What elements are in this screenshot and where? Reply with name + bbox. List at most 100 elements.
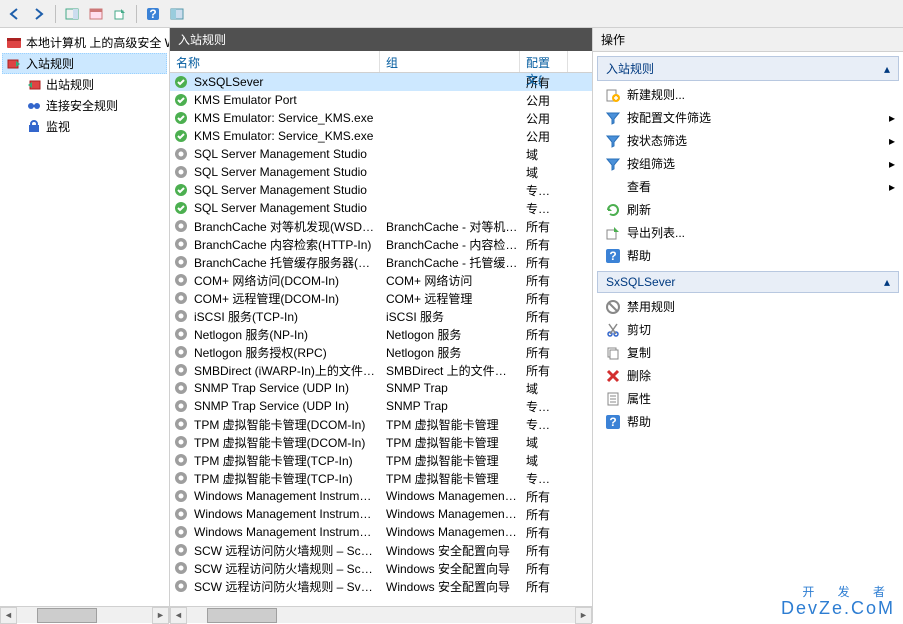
- show-hide-button[interactable]: [85, 3, 107, 25]
- action-item[interactable]: 按配置文件筛选▸: [597, 106, 899, 129]
- collapse-icon[interactable]: ▴: [884, 275, 890, 289]
- collapse-icon[interactable]: ▴: [884, 62, 890, 76]
- export-button[interactable]: [109, 3, 131, 25]
- action-item[interactable]: 按状态筛选 ▸: [597, 129, 899, 152]
- action-label: 按状态筛选: [627, 132, 687, 149]
- rule-profile: 所有: [522, 506, 566, 523]
- rule-status-icon: [172, 435, 190, 449]
- action-item[interactable]: 新建规则...: [597, 83, 899, 106]
- filter-icon: [605, 110, 621, 126]
- table-row[interactable]: SQL Server Management Studio专用, 公: [170, 181, 592, 199]
- forward-button[interactable]: [28, 3, 50, 25]
- action-item[interactable]: 剪切: [597, 318, 899, 341]
- copy-icon: [605, 345, 621, 361]
- table-body[interactable]: SxSQLSever所有KMS Emulator Port公用KMS Emula…: [170, 73, 592, 606]
- action-item[interactable]: 查看▸: [597, 175, 899, 198]
- rule-profile: 专用, 公: [522, 416, 566, 433]
- table-row[interactable]: BranchCache 托管缓存服务器(HTTP-In)BranchCache …: [170, 253, 592, 271]
- table-row[interactable]: SCW 远程访问防火墙规则 – Svchost - T...Windows 安全…: [170, 577, 592, 595]
- table-row[interactable]: iSCSI 服务(TCP-In)iSCSI 服务所有: [170, 307, 592, 325]
- table-row[interactable]: SNMP Trap Service (UDP In)SNMP Trap专用, 公: [170, 397, 592, 415]
- table-row[interactable]: TPM 虚拟智能卡管理(TCP-In)TPM 虚拟智能卡管理专用, 公: [170, 469, 592, 487]
- table-row[interactable]: SCW 远程访问防火墙规则 – Scshost - ...Windows 安全配…: [170, 559, 592, 577]
- table-row[interactable]: KMS Emulator: Service_KMS.exe公用: [170, 109, 592, 127]
- col-name[interactable]: 名称: [170, 51, 380, 72]
- table-row[interactable]: SNMP Trap Service (UDP In)SNMP Trap域: [170, 379, 592, 397]
- action-item[interactable]: 刷新: [597, 198, 899, 221]
- action-label: 按组筛选: [627, 155, 675, 172]
- table-row[interactable]: Windows Management Instrumentati...Windo…: [170, 487, 592, 505]
- rule-profile: 域: [522, 380, 566, 397]
- table-row[interactable]: TPM 虚拟智能卡管理(DCOM-In)TPM 虚拟智能卡管理域: [170, 433, 592, 451]
- left-hscroll[interactable]: ◄ ►: [0, 606, 169, 623]
- rule-group: SMBDirect 上的文件和打印...: [382, 362, 522, 379]
- table-row[interactable]: SMBDirect (iWARP-In)上的文件和打印...SMBDirect …: [170, 361, 592, 379]
- tree-item[interactable]: 监视: [2, 116, 167, 137]
- tree-item[interactable]: 入站规则: [2, 53, 167, 74]
- table-row[interactable]: Netlogon 服务(NP-In)Netlogon 服务所有: [170, 325, 592, 343]
- scroll-left-icon[interactable]: ◄: [0, 607, 17, 624]
- action-item[interactable]: 复制: [597, 341, 899, 364]
- table-row[interactable]: SCW 远程访问防火墙规则 – Scshost - ...Windows 安全配…: [170, 541, 592, 559]
- rule-profile: 所有: [522, 362, 566, 379]
- rules-table: 名称 组 配置文{ SxSQLSever所有KMS Emulator Port公…: [170, 51, 592, 606]
- action-group-selected[interactable]: SxSQLSever ▴: [597, 271, 899, 293]
- table-row[interactable]: Windows Management Instrumentati...Windo…: [170, 505, 592, 523]
- action-item[interactable]: ?帮助: [597, 244, 899, 267]
- col-group[interactable]: 组: [380, 51, 520, 72]
- help-button[interactable]: ?: [142, 3, 164, 25]
- rule-group: Netlogon 服务: [382, 344, 522, 361]
- table-row[interactable]: SQL Server Management Studio域: [170, 163, 592, 181]
- col-profile[interactable]: 配置文{: [520, 51, 568, 72]
- table-row[interactable]: Windows Management Instrumentati...Windo…: [170, 523, 592, 541]
- table-row[interactable]: Netlogon 服务授权(RPC)Netlogon 服务所有: [170, 343, 592, 361]
- export-icon: [605, 225, 621, 241]
- table-row[interactable]: KMS Emulator Port公用: [170, 91, 592, 109]
- action-item[interactable]: 导出列表...: [597, 221, 899, 244]
- back-button[interactable]: [4, 3, 26, 25]
- submenu-arrow-icon: ▸: [889, 134, 895, 148]
- action-item[interactable]: 属性: [597, 387, 899, 410]
- toolbar-sep: [55, 5, 56, 23]
- action-item[interactable]: 删除: [597, 364, 899, 387]
- rule-status-icon: [172, 111, 190, 125]
- table-row[interactable]: BranchCache 内容检索(HTTP-In)BranchCache - 内…: [170, 235, 592, 253]
- table-row[interactable]: KMS Emulator: Service_KMS.exe公用: [170, 127, 592, 145]
- table-row[interactable]: SQL Server Management Studio域: [170, 145, 592, 163]
- rule-profile: 域: [522, 452, 566, 469]
- action-item[interactable]: ?帮助: [597, 410, 899, 433]
- table-row[interactable]: COM+ 网络访问(DCOM-In)COM+ 网络访问所有: [170, 271, 592, 289]
- action-group-inbound[interactable]: 入站规则 ▴: [597, 56, 899, 81]
- actions-body: 入站规则 ▴ 新建规则...按配置文件筛选▸按状态筛选▸按组筛选▸查看▸刷新导出…: [593, 52, 903, 623]
- rule-profile: 所有: [522, 344, 566, 361]
- action-item[interactable]: 禁用规则: [597, 295, 899, 318]
- action-pane-toggle-button[interactable]: [61, 3, 83, 25]
- tree-root[interactable]: 本地计算机 上的高级安全 Win: [2, 32, 167, 53]
- rule-status-icon: [172, 147, 190, 161]
- new-rule-icon: [605, 87, 621, 103]
- center-hscroll[interactable]: ◄ ►: [170, 606, 592, 623]
- rule-name: Windows Management Instrumentati...: [190, 507, 382, 521]
- view-button[interactable]: [166, 3, 188, 25]
- action-label: 导出列表...: [627, 224, 685, 241]
- table-row[interactable]: SQL Server Management Studio专用, 公: [170, 199, 592, 217]
- submenu-arrow-icon: ▸: [889, 157, 895, 171]
- scroll-left-icon[interactable]: ◄: [170, 607, 187, 624]
- left-pane: 本地计算机 上的高级安全 Win 入站规则出站规则连接安全规则监视 ◄ ►: [0, 28, 170, 623]
- table-row[interactable]: TPM 虚拟智能卡管理(DCOM-In)TPM 虚拟智能卡管理专用, 公: [170, 415, 592, 433]
- svg-text:?: ?: [609, 249, 616, 263]
- scroll-right-icon[interactable]: ►: [152, 607, 169, 624]
- table-row[interactable]: TPM 虚拟智能卡管理(TCP-In)TPM 虚拟智能卡管理域: [170, 451, 592, 469]
- action-item[interactable]: 按组筛选 ▸: [597, 152, 899, 175]
- submenu-arrow-icon: ▸: [889, 180, 895, 194]
- tree-item[interactable]: 连接安全规则: [2, 95, 167, 116]
- table-row[interactable]: BranchCache 对等机发现(WSD-In)BranchCache - 对…: [170, 217, 592, 235]
- rule-status-icon: [172, 489, 190, 503]
- rule-status-icon: [172, 381, 190, 395]
- scroll-right-icon[interactable]: ►: [575, 607, 592, 624]
- rule-name: COM+ 网络访问(DCOM-In): [190, 272, 382, 289]
- tree-item[interactable]: 出站规则: [2, 74, 167, 95]
- rule-status-icon: [172, 237, 190, 251]
- table-row[interactable]: COM+ 远程管理(DCOM-In)COM+ 远程管理所有: [170, 289, 592, 307]
- rule-group: BranchCache - 托管缓存服...: [382, 254, 522, 271]
